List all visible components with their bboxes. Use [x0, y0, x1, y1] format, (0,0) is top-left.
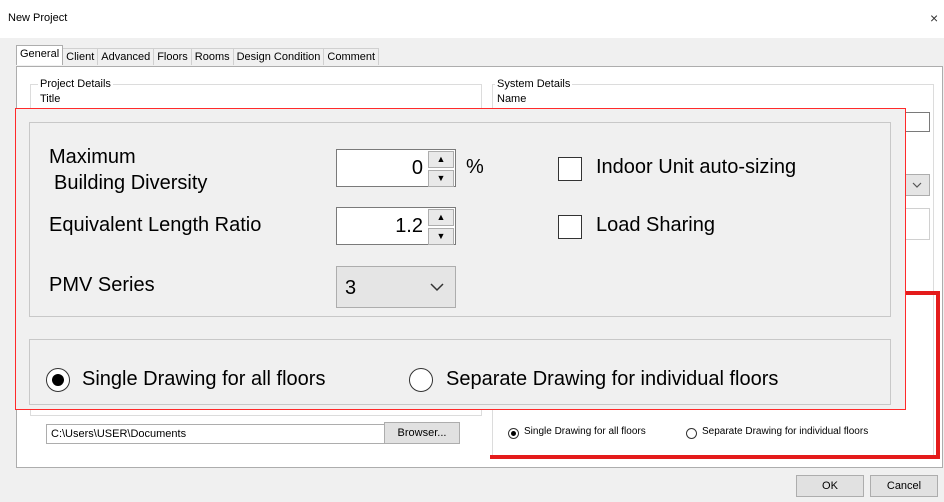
system-name-input[interactable] [904, 112, 930, 132]
max-diversity-label-line1: Maximum [49, 146, 136, 168]
spin-down-icon[interactable]: ▼ [428, 228, 454, 245]
separate-drawing-label: Separate Drawing for individual floors [446, 368, 779, 390]
chevron-down-icon [430, 283, 444, 292]
indoor-autosizing-checkbox[interactable] [558, 157, 582, 181]
pmv-series-combo[interactable]: 3 [336, 266, 456, 308]
name-label: Name [497, 93, 527, 105]
max-diversity-unit: % [466, 156, 484, 178]
max-diversity-spinner[interactable]: 0 ▲ ▼ [336, 149, 456, 187]
pmv-series-value: 3 [345, 277, 357, 299]
cancel-button[interactable]: Cancel [870, 475, 938, 497]
small-drawing-options: Single Drawing for all floors Separate D… [506, 422, 926, 444]
spin-up-icon[interactable]: ▲ [428, 209, 454, 226]
equiv-length-label: Equivalent Length Ratio [49, 214, 262, 236]
chevron-down-icon [912, 182, 922, 188]
project-path-input[interactable]: C:\Users\USER\Documents [46, 424, 386, 444]
ok-button[interactable]: OK [796, 475, 864, 497]
tab-floors[interactable]: Floors [153, 48, 192, 65]
load-sharing-checkbox[interactable] [558, 215, 582, 239]
single-drawing-label: Single Drawing for all floors [82, 368, 326, 390]
close-icon[interactable]: × [930, 10, 938, 26]
equiv-length-value: 1.2 [395, 215, 423, 237]
small-separate-label: Separate Drawing for individual floors [702, 426, 869, 437]
max-diversity-value: 0 [411, 157, 423, 179]
tab-design-condition[interactable]: Design Condition [232, 48, 325, 65]
equiv-length-spinner[interactable]: 1.2 ▲ ▼ [336, 207, 456, 245]
small-single-radio[interactable] [508, 428, 519, 439]
indoor-autosizing-label: Indoor Unit auto-sizing [596, 156, 797, 178]
tab-comment[interactable]: Comment [323, 48, 380, 65]
spin-up-icon[interactable]: ▲ [428, 151, 454, 168]
small-separate-radio[interactable] [686, 428, 697, 439]
small-single-label: Single Drawing for all floors [524, 426, 646, 437]
load-sharing-label: Load Sharing [596, 214, 715, 236]
tab-client[interactable]: Client [62, 48, 99, 65]
window-title: New Project [8, 12, 68, 24]
title-label: Title [40, 93, 61, 105]
system-type-combo[interactable] [904, 174, 930, 196]
system-details-label: System Details [495, 78, 573, 90]
tab-advanced[interactable]: Advanced [97, 48, 155, 65]
spin-down-icon[interactable]: ▼ [428, 170, 454, 187]
separate-drawing-radio[interactable] [409, 368, 433, 392]
max-diversity-label-line2: Building Diversity [54, 172, 208, 194]
system-field[interactable] [904, 208, 930, 240]
title-bar [0, 0, 944, 38]
pmv-series-label: PMV Series [49, 274, 155, 296]
tab-strip: General Client Advanced Floors Rooms Des… [16, 45, 380, 68]
browse-button[interactable]: Browser... [384, 422, 460, 444]
tab-rooms[interactable]: Rooms [190, 48, 234, 65]
project-details-label: Project Details [38, 78, 113, 90]
single-drawing-radio[interactable] [46, 368, 70, 392]
tab-general[interactable]: General [16, 45, 64, 65]
